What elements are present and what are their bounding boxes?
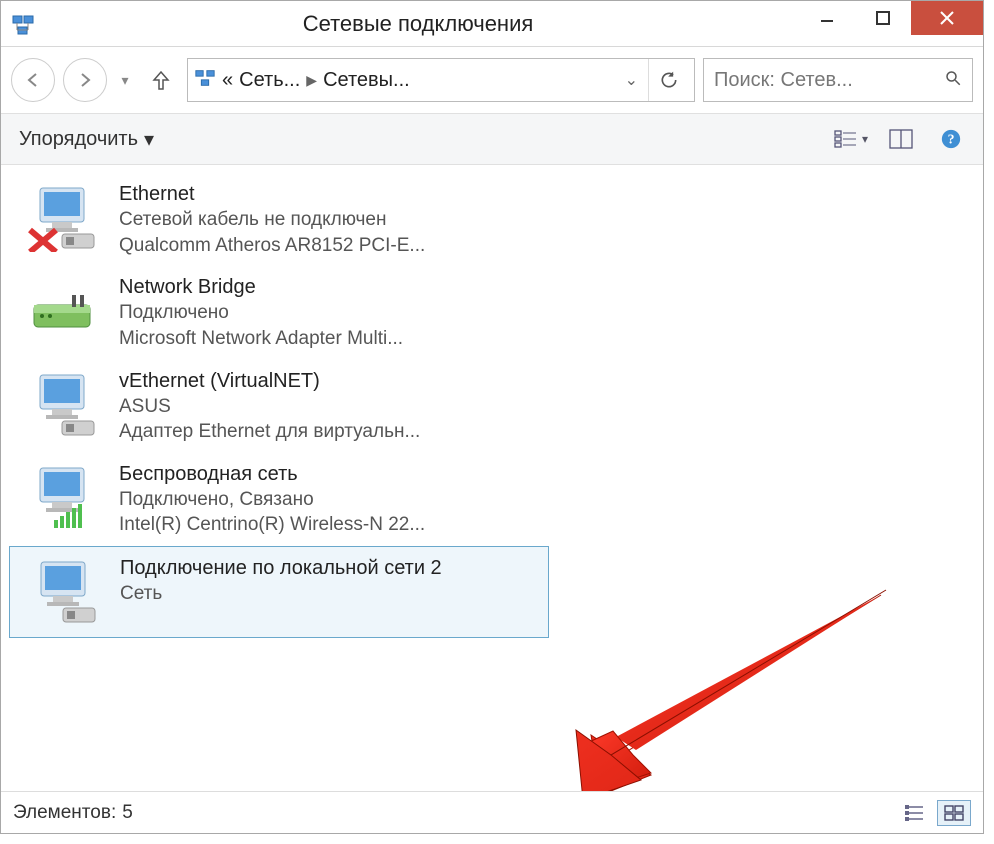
wifi-icon [19,459,105,535]
connections-list: Ethernet Сетевой кабель не подключен Qua… [1,165,983,791]
connection-device: Microsoft Network Adapter Multi... [119,326,403,352]
forward-button[interactable] [63,58,107,102]
connection-item[interactable]: Ethernet Сетевой кабель не подключен Qua… [9,173,549,266]
icons-view-button[interactable] [937,800,971,826]
location-icon [194,67,216,93]
connection-device: Intel(R) Centrino(R) Wireless-N 22... [119,512,425,538]
breadcrumb-leading: « [222,69,233,92]
window-title: Сетевые подключения [37,11,799,37]
address-dropdown-icon[interactable]: ⌄ [621,70,642,90]
address-bar[interactable]: « Сеть... ▶ Сетевы... ⌄ [187,58,695,102]
close-button[interactable] [911,1,983,35]
back-button[interactable] [11,58,55,102]
annotation-arrow [541,575,901,791]
organize-label: Упорядочить [19,128,138,151]
app-icon [9,10,37,38]
window-controls [799,1,983,46]
view-options-button[interactable]: ▾ [831,121,871,157]
network-bridge-icon [19,272,105,348]
breadcrumb-part2[interactable]: Сетевы... [323,69,410,92]
connection-status: Подключено, Связано [119,487,425,513]
connection-status: Сетевой кабель не подключен [119,207,425,233]
recent-dropdown[interactable]: ▾ [115,58,135,102]
breadcrumb-part1[interactable]: Сеть... [239,69,300,92]
ethernet-disconnected-icon [19,179,105,255]
connection-name: Network Bridge [119,274,403,300]
search-box[interactable]: Поиск: Сетев... [703,58,973,102]
command-bar: Упорядочить ▾ ▾ ? [1,113,983,165]
connection-device: Адаптер Ethernet для виртуальн... [119,419,420,445]
navigation-bar: ▾ « Сеть... ▶ Сетевы... ⌄ Поиск: Сетев..… [1,47,983,113]
refresh-button[interactable] [648,58,688,102]
connection-item-selected[interactable]: Подключение по локальной сети 2 Сеть [9,546,549,638]
connection-item[interactable]: vEthernet (VirtualNET) ASUS Адаптер Ethe… [9,360,549,453]
statusbar-label: Элементов: [13,802,116,824]
connection-status: Подключено [119,300,403,326]
statusbar-count: 5 [122,802,133,824]
maximize-button[interactable] [855,1,911,35]
connection-name: vEthernet (VirtualNET) [119,368,420,394]
connection-name: Беспроводная сеть [119,461,425,487]
preview-pane-button[interactable] [881,121,921,157]
chevron-down-icon: ▾ [862,132,868,146]
connection-name: Подключение по локальной сети 2 [120,555,442,581]
ethernet-icon [19,366,105,442]
status-bar: Элементов: 5 [1,791,983,833]
ethernet-icon [20,553,106,629]
titlebar: Сетевые подключения [1,1,983,47]
search-placeholder: Поиск: Сетев... [714,69,944,92]
connection-device: Сеть [120,581,442,607]
connection-status: ASUS [119,394,420,420]
chevron-down-icon: ▾ [144,127,154,152]
svg-text:?: ? [948,132,955,147]
search-icon [944,69,962,92]
explorer-window: Сетевые подключения ▾ [0,0,984,834]
details-view-button[interactable] [897,800,931,826]
connection-item[interactable]: Network Bridge Подключено Microsoft Netw… [9,266,549,359]
up-button[interactable] [143,58,179,102]
minimize-button[interactable] [799,1,855,35]
connection-item[interactable]: Беспроводная сеть Подключено, Связано In… [9,453,549,546]
breadcrumb-separator-icon: ▶ [306,72,317,89]
organize-menu[interactable]: Упорядочить ▾ [13,123,160,156]
connection-device: Qualcomm Atheros AR8152 PCI-E... [119,233,425,259]
connection-name: Ethernet [119,181,425,207]
help-button[interactable]: ? [931,121,971,157]
